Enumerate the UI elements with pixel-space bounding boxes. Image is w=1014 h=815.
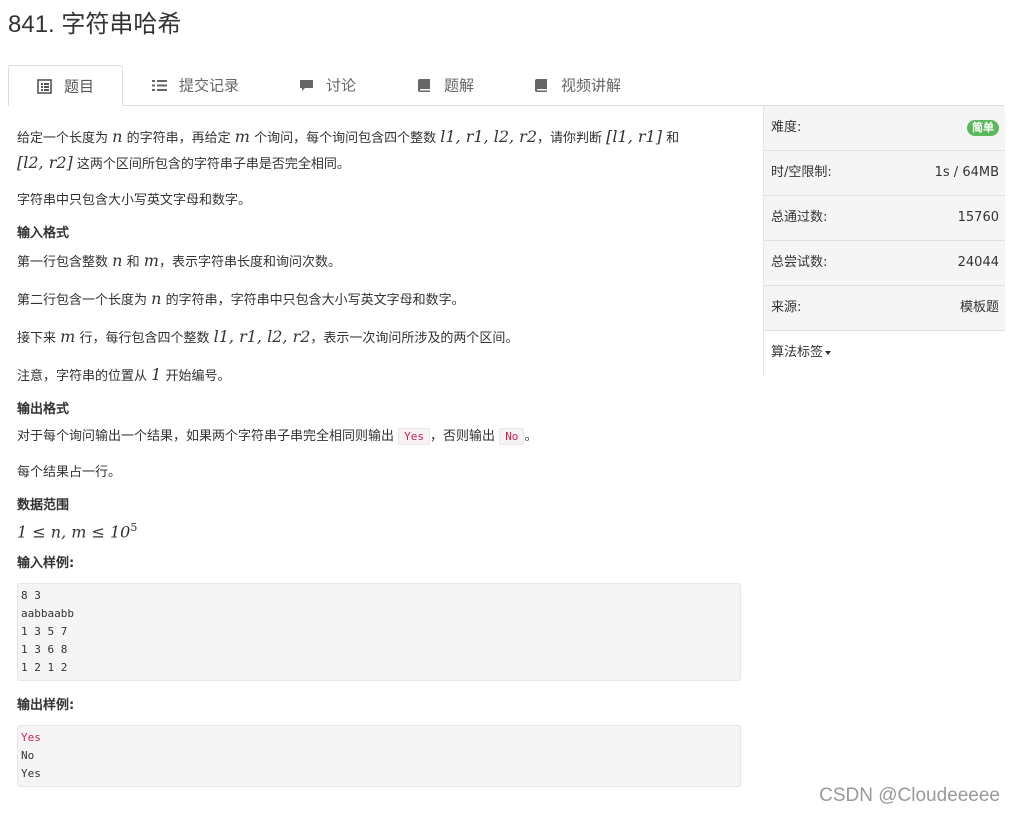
info-value: 24044 — [957, 255, 999, 270]
text: 的字符串，再给定 — [126, 131, 231, 146]
difficulty-row: 难度: 简单 — [764, 106, 1005, 151]
math-range-2: [l2, r2] — [17, 153, 73, 172]
input-format-line: 第一行包含整数 n 和 m，表示字符串长度和询问次数。 — [17, 249, 742, 275]
text: 第一行包含整数 — [17, 255, 109, 270]
info-value: 模板题 — [959, 300, 999, 315]
text: 对于每个询问输出一个结果，如果两个字符串子串完全相同则输出 — [17, 429, 395, 444]
sample-input-block: 8 3 aabbaabb 1 3 5 7 1 3 6 8 1 2 1 2 — [17, 583, 741, 682]
input-format-line: 第二行包含一个长度为 n 的字符串，字符串中只包含大小写英文字母和数字。 — [17, 287, 742, 313]
sample-output-block: Yes No Yes — [17, 725, 741, 788]
source-row: 来源: 模板题 — [764, 286, 1005, 331]
list-icon — [152, 80, 167, 91]
tab-label: 题目 — [64, 77, 95, 96]
text: 。 — [524, 429, 538, 444]
text: 的字符串，字符串中只包含大小写英文字母和数字。 — [165, 293, 465, 308]
math-expr: 1 ≤ n, m ≤ 10 — [17, 522, 131, 542]
code-line: 1 3 6 8 — [21, 643, 68, 657]
tab-problem[interactable]: 题目 — [8, 65, 123, 106]
description-paragraph: 字符串中只包含大小写英文字母和数字。 — [17, 193, 252, 208]
info-value: 15760 — [957, 210, 999, 225]
inline-code-no: No — [499, 428, 525, 445]
tab-submissions[interactable]: 提交记录 — [152, 65, 239, 105]
code-line: Yes — [21, 767, 41, 781]
text: 和 — [126, 255, 140, 270]
data-range-expression: 1 ≤ n, m ≤ 105 — [17, 521, 742, 541]
algorithm-tags-dropdown[interactable]: 算法标签 — [764, 331, 1005, 375]
text: 给定一个长度为 — [17, 131, 109, 146]
input-format-heading: 输入格式 — [17, 226, 70, 241]
book-icon — [418, 79, 430, 92]
code-line: 1 3 5 7 — [21, 625, 68, 639]
text: 开始编号。 — [165, 369, 231, 384]
text: 行，每行包含四个整数 — [79, 331, 210, 346]
text: 第二行包含一个长度为 — [17, 293, 148, 308]
sample-output-heading: 输出样例: — [17, 698, 75, 714]
tab-label: 题解 — [444, 76, 475, 95]
text: 和 — [666, 131, 680, 146]
comment-icon — [300, 80, 313, 91]
math-range-1: [l1, r1] — [606, 127, 662, 146]
caret-down-icon — [825, 350, 832, 355]
tab-label: 视频讲解 — [561, 76, 622, 95]
output-format-line: 对于每个询问输出一个结果，如果两个字符串子串完全相同则输出 Yes ，否则输出 N… — [17, 425, 742, 449]
problem-content: 给定一个长度为 n 的字符串，再给定 m 个询问，每个询问包含四个整数 l1, … — [17, 125, 742, 788]
code-line: aabbaabb — [21, 607, 74, 621]
tab-bar: 题目 提交记录 讨论 题解 视频讲解 — [8, 65, 1004, 106]
text: 接下来 — [17, 331, 57, 346]
tab-label: 提交记录 — [179, 76, 240, 95]
inline-code-yes: Yes — [398, 428, 431, 445]
math-n: n — [112, 251, 123, 270]
text: 个询问，每个询问包含四个整数 — [254, 131, 437, 146]
math-vars: l1, r1, l2, r2 — [440, 127, 537, 146]
output-format-heading: 输出格式 — [17, 402, 70, 417]
difficulty-badge: 简单 — [967, 119, 999, 136]
input-format-line: 注意，字符串的位置从 1 开始编号。 — [17, 363, 742, 389]
problem-info-sidebar: 难度: 简单 时/空限制: 1s / 64MB 总通过数: 15760 总尝试数… — [763, 106, 1005, 376]
math-m: m — [234, 127, 250, 146]
info-label: 总尝试数: — [771, 255, 828, 270]
info-label: 时/空限制: — [771, 165, 832, 180]
page-title: 841. 字符串哈希 — [8, 11, 182, 38]
info-label: 算法标签 — [771, 345, 824, 360]
passed-row: 总通过数: 15760 — [764, 196, 1005, 241]
tab-label: 讨论 — [326, 76, 357, 95]
math-m: m — [60, 327, 76, 346]
math-n: n — [112, 127, 123, 146]
info-value: 1s / 64MB — [934, 165, 999, 180]
watermark: CSDN @Cloudeeeee — [819, 785, 1000, 806]
tab-solutions[interactable]: 题解 — [417, 65, 474, 105]
tab-video[interactable]: 视频讲解 — [534, 65, 621, 105]
output-format-line: 每个结果占一行。 — [17, 465, 122, 480]
math-m: m — [143, 251, 159, 270]
text: 注意，字符串的位置从 — [17, 369, 148, 384]
code-line: Yes — [21, 731, 41, 745]
math-n: n — [151, 289, 162, 308]
attempts-row: 总尝试数: 24044 — [764, 241, 1005, 286]
data-range-heading: 数据范围 — [17, 498, 70, 513]
code-line: No — [21, 749, 35, 763]
text: ，表示一次询问所涉及的两个区间。 — [310, 331, 519, 346]
tab-discussion[interactable]: 讨论 — [299, 65, 356, 105]
description-paragraph: 给定一个长度为 n 的字符串，再给定 m 个询问，每个询问包含四个整数 l1, … — [17, 125, 742, 177]
math-vars: l1, r1, l2, r2 — [213, 327, 311, 346]
math-one: 1 — [151, 365, 162, 384]
info-label: 来源: — [771, 300, 802, 315]
limit-row: 时/空限制: 1s / 64MB — [764, 151, 1005, 196]
text: ，否则输出 — [430, 429, 496, 444]
text: ，表示字符串长度和询问次数。 — [158, 255, 341, 270]
text: 这两个区间所包含的字符串子串是否完全相同。 — [76, 157, 350, 172]
sample-input-heading: 输入样例: — [17, 556, 75, 572]
code-line: 1 2 1 2 — [21, 661, 68, 675]
code-line: 8 3 — [21, 589, 41, 603]
book-icon — [535, 79, 547, 92]
document-icon — [37, 79, 52, 94]
info-label: 总通过数: — [771, 210, 828, 225]
input-format-line: 接下来 m 行，每行包含四个整数 l1, r1, l2, r2，表示一次询问所涉… — [17, 325, 742, 351]
math-exponent: 5 — [130, 521, 138, 534]
text: ，请你判断 — [537, 131, 603, 146]
info-label: 难度: — [771, 120, 802, 135]
